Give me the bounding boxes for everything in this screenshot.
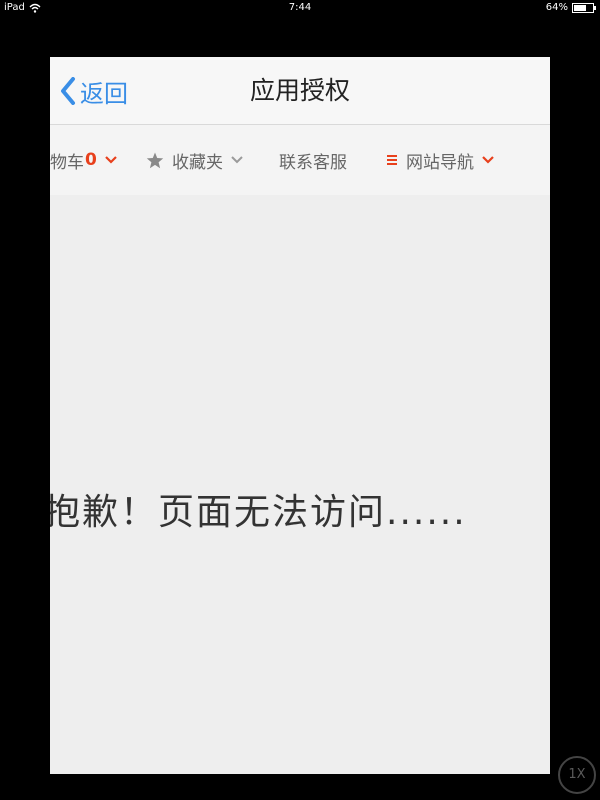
- error-message: 抱歉！页面无法访问......: [50, 492, 467, 533]
- chevron-down-icon: [105, 156, 117, 164]
- menu-icon: [386, 154, 398, 166]
- zoom-button[interactable]: 1X: [558, 756, 596, 794]
- cart-count-badge: 0: [85, 150, 97, 170]
- ipad-screen: iPad 7:44 64% 返回 应用授权 物车 0 收藏夹 联系客服 网站导航…: [0, 0, 600, 800]
- status-right: 64%: [546, 0, 596, 16]
- message-area: 抱歉！页面无法访问......: [50, 195, 550, 774]
- favorites-link[interactable]: 收藏夹: [146, 148, 243, 173]
- chevron-down-icon: [482, 156, 494, 164]
- contact-label: 联系客服: [279, 152, 347, 173]
- app-window: 返回 应用授权 物车 0 收藏夹 联系客服 网站导航 抱歉！页面无法访问....…: [50, 57, 550, 774]
- cart-link[interactable]: 物车 0: [50, 148, 117, 173]
- favorites-label: 收藏夹: [172, 152, 223, 173]
- site-nav-label: 网站导航: [406, 152, 474, 173]
- battery-icon: [572, 3, 596, 13]
- cart-label: 物车: [50, 152, 84, 173]
- nav-bar: 返回 应用授权: [50, 57, 550, 125]
- status-time: 7:44: [288, 2, 312, 13]
- battery-percent: 64%: [545, 2, 568, 13]
- toolbar: 物车 0 收藏夹 联系客服 网站导航: [50, 125, 550, 195]
- chevron-down-icon: [231, 156, 243, 164]
- site-nav-link[interactable]: 网站导航: [386, 148, 494, 173]
- star-icon: [146, 152, 164, 169]
- status-bar: iPad 7:44 64%: [0, 0, 600, 16]
- contact-service-link[interactable]: 联系客服: [279, 148, 347, 173]
- page-title: 应用授权: [249, 76, 350, 105]
